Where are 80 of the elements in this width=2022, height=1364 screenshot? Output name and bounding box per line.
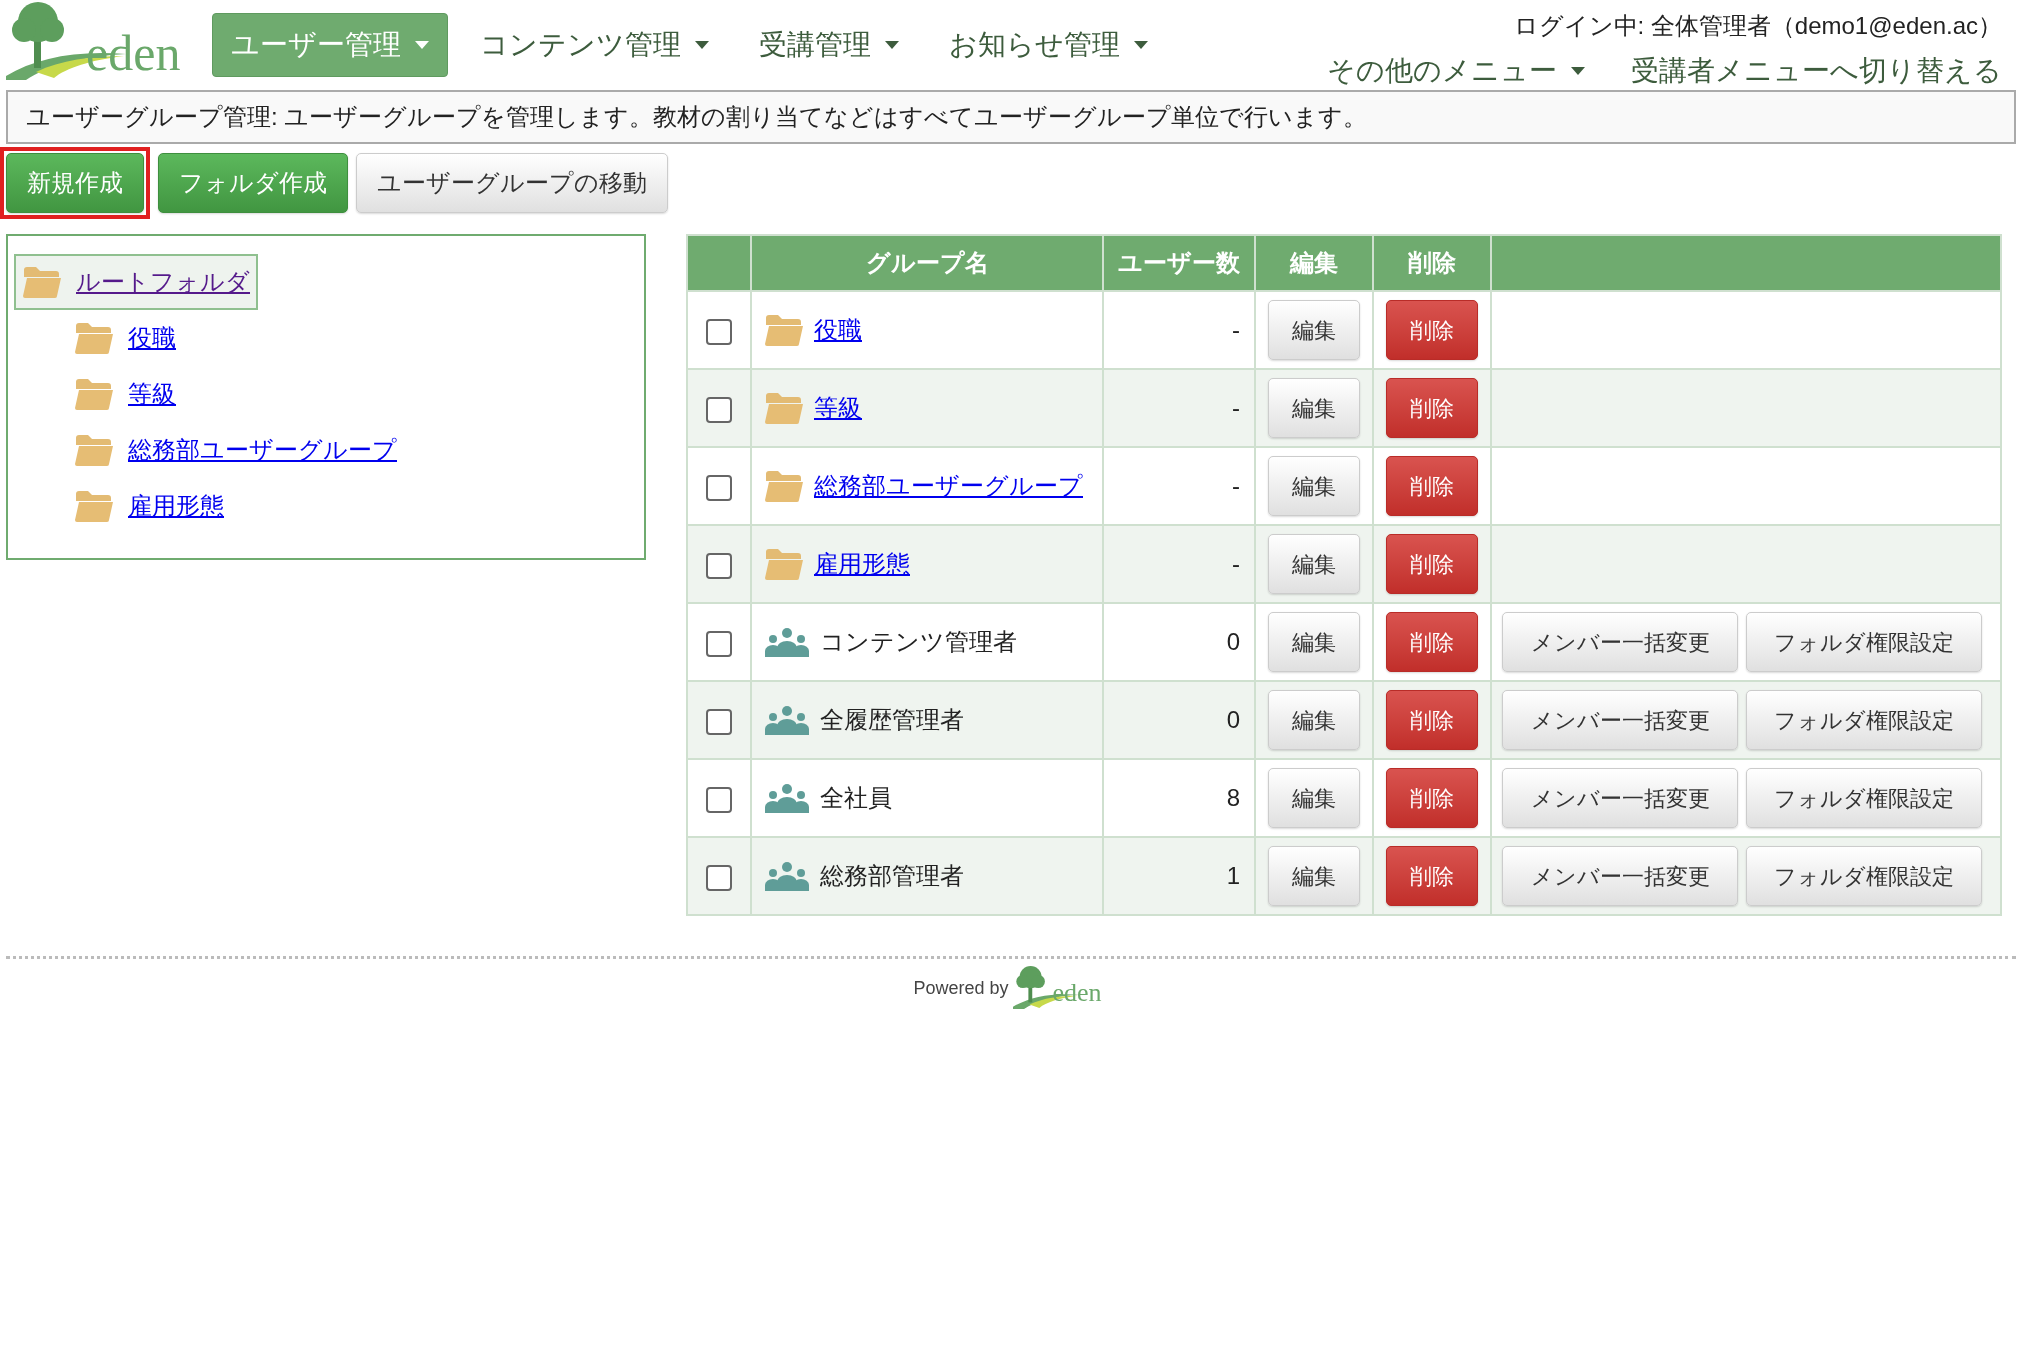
delete-button[interactable]: 削除: [1386, 456, 1478, 516]
folder-icon: [764, 548, 804, 580]
delete-button[interactable]: 削除: [1386, 846, 1478, 906]
people-icon: [764, 860, 810, 892]
row-checkbox[interactable]: [706, 396, 732, 423]
folder-link[interactable]: 総務部ユーザーグループ: [128, 432, 397, 468]
column-header: グループ名: [751, 235, 1103, 291]
people-icon: [764, 626, 810, 658]
row-checkbox[interactable]: [706, 864, 732, 891]
delete-button[interactable]: 削除: [1386, 690, 1478, 750]
row-checkbox[interactable]: [706, 318, 732, 345]
action-button[interactable]: ユーザーグループの移動: [356, 153, 668, 213]
caret-icon: [1571, 67, 1585, 75]
folder-link[interactable]: 雇用形態: [814, 548, 910, 580]
group-name: 全履歴管理者: [820, 705, 964, 735]
caret-icon: [885, 41, 899, 49]
folder-icon: [764, 470, 804, 502]
user-count: 1: [1103, 837, 1255, 915]
folder-icon: [764, 314, 804, 346]
folder-permission-button[interactable]: フォルダ権限設定: [1746, 768, 1982, 828]
caret-icon: [1134, 41, 1148, 49]
info-bar: ユーザーグループ管理: ユーザーグループを管理します。教材の割り当てなどはすべてユーザーグループ単位で行います。: [6, 90, 2016, 144]
tree-item[interactable]: 等級: [66, 366, 184, 422]
group-name: 総務部管理者: [820, 861, 964, 891]
caret-icon: [695, 41, 709, 49]
powered-by-text: Powered by: [913, 976, 1009, 1000]
folder-link[interactable]: 等級: [128, 376, 176, 412]
nav-menu[interactable]: お知らせ管理: [931, 13, 1166, 77]
folder-link[interactable]: 等級: [814, 392, 862, 424]
bulk-member-button[interactable]: メンバー一括変更: [1502, 768, 1738, 828]
nav-menu[interactable]: コンテンツ管理: [462, 13, 727, 77]
folder-permission-button[interactable]: フォルダ権限設定: [1746, 612, 1982, 672]
folder-icon: [74, 322, 114, 354]
nav-menu[interactable]: 受講管理: [741, 13, 917, 77]
folder-link[interactable]: 雇用形態: [128, 488, 224, 524]
folder-link[interactable]: 役職: [128, 320, 176, 356]
switch-menu-link[interactable]: 受講者メニューへ切り替える: [1631, 50, 2002, 92]
folder-icon: [74, 378, 114, 410]
group-name: コンテンツ管理者: [820, 627, 1017, 657]
tree-item[interactable]: 雇用形態: [66, 478, 232, 534]
row-checkbox[interactable]: [706, 552, 732, 579]
bulk-member-button[interactable]: メンバー一括変更: [1502, 612, 1738, 672]
row-checkbox[interactable]: [706, 708, 732, 735]
folder-permission-button[interactable]: フォルダ権限設定: [1746, 690, 1982, 750]
folder-icon: [22, 266, 62, 298]
caret-icon: [415, 41, 429, 49]
folder-permission-button[interactable]: フォルダ権限設定: [1746, 846, 1982, 906]
edit-button[interactable]: 編集: [1268, 534, 1360, 594]
login-info: ログイン中: 全体管理者（demo1@eden.ac）: [1513, 11, 2002, 41]
delete-button[interactable]: 削除: [1386, 612, 1478, 672]
edit-button[interactable]: 編集: [1268, 846, 1360, 906]
edit-button[interactable]: 編集: [1268, 300, 1360, 360]
row-checkbox[interactable]: [706, 786, 732, 813]
delete-button[interactable]: 削除: [1386, 768, 1478, 828]
folder-icon: [764, 392, 804, 424]
menu-dropdown[interactable]: その他のメニュー: [1327, 50, 1585, 92]
edit-button[interactable]: 編集: [1268, 768, 1360, 828]
group-name: 全社員: [820, 783, 892, 813]
people-icon: [764, 782, 810, 814]
edit-button[interactable]: 編集: [1268, 456, 1360, 516]
tree-item[interactable]: ルートフォルダ: [14, 254, 258, 310]
tree-item[interactable]: 役職: [66, 310, 184, 366]
folder-icon: [74, 434, 114, 466]
folder-link[interactable]: ルートフォルダ: [76, 264, 250, 300]
delete-button[interactable]: 削除: [1386, 378, 1478, 438]
folder-icon: [74, 490, 114, 522]
footer-logo-text: eden: [1052, 979, 1102, 1007]
delete-button[interactable]: 削除: [1386, 534, 1478, 594]
delete-button[interactable]: 削除: [1386, 300, 1478, 360]
folder-link[interactable]: 役職: [814, 314, 862, 346]
row-checkbox[interactable]: [706, 630, 732, 657]
bulk-member-button[interactable]: メンバー一括変更: [1502, 690, 1738, 750]
row-checkbox[interactable]: [706, 474, 732, 501]
tree-item[interactable]: 総務部ユーザーグループ: [66, 422, 405, 478]
edit-button[interactable]: 編集: [1268, 378, 1360, 438]
people-icon: [764, 704, 810, 736]
bulk-member-button[interactable]: メンバー一括変更: [1502, 846, 1738, 906]
edit-button[interactable]: 編集: [1268, 612, 1360, 672]
logo-text: eden: [86, 28, 181, 78]
edit-button[interactable]: 編集: [1268, 690, 1360, 750]
